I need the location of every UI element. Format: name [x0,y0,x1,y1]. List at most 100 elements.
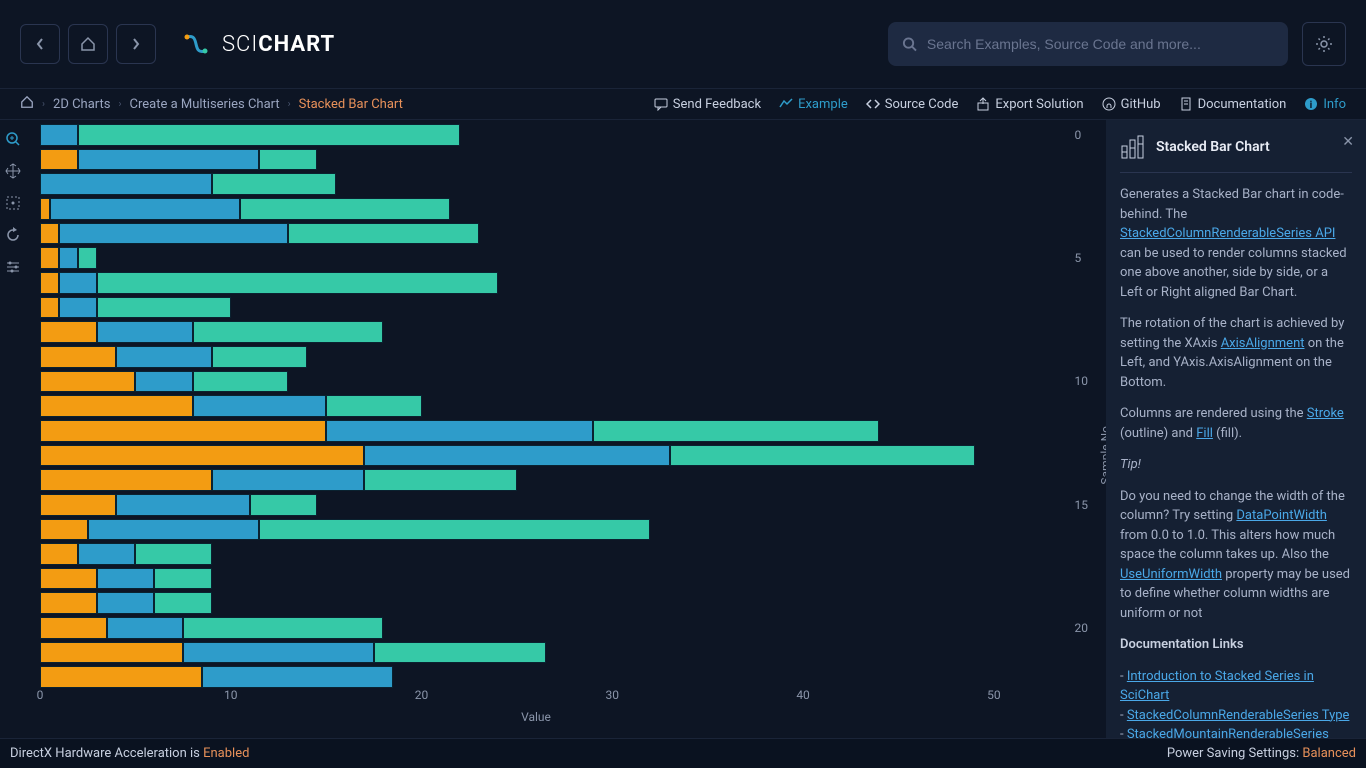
useuniformwidth-link[interactable]: UseUniformWidth [1120,567,1222,582]
bar-segment[interactable] [59,247,78,269]
doc-link[interactable]: StackedMountainRenderableSeries Type [1120,727,1329,738]
bar-segment[interactable] [212,346,307,368]
bar-segment[interactable] [40,445,364,467]
search-input[interactable] [927,36,1274,52]
bar-segment[interactable] [135,543,211,565]
box-zoom-tool[interactable] [0,190,26,216]
bar-segment[interactable] [40,666,202,688]
bar-segment[interactable] [40,198,50,220]
bar-segment[interactable] [59,297,97,319]
bar-segment[interactable] [240,198,450,220]
bar-segment[interactable] [40,592,97,614]
source-code-tab[interactable]: Source Code [866,97,959,112]
example-tab[interactable]: Example [779,97,848,112]
bar-segment[interactable] [78,247,97,269]
bar-segment[interactable] [288,223,479,245]
doc-link[interactable]: StackedColumnRenderableSeries Type [1127,708,1350,723]
bar-segment[interactable] [59,223,288,245]
bar-segment[interactable] [183,617,383,639]
bar-segment[interactable] [259,519,650,541]
options-tool[interactable] [0,254,26,280]
stroke-link[interactable]: Stroke [1307,406,1344,421]
bar-segment[interactable] [374,642,546,664]
info-link[interactable]: i Info [1304,97,1346,112]
export-solution-link[interactable]: Export Solution [976,97,1083,112]
bar-segment[interactable] [107,617,183,639]
bar-segment[interactable] [40,568,97,590]
datapointwidth-link[interactable]: DataPointWidth [1236,508,1327,523]
bar-segment[interactable] [88,519,260,541]
bar-segment[interactable] [202,666,393,688]
search-box[interactable] [888,22,1288,66]
bar-segment[interactable] [154,592,211,614]
bar-segment[interactable] [78,124,460,146]
bar-segment[interactable] [364,469,517,491]
bar-segment[interactable] [40,346,116,368]
bar-segment[interactable] [78,149,259,171]
bar-segment[interactable] [193,371,288,393]
bar-segment[interactable] [40,124,78,146]
bar-segment[interactable] [212,173,336,195]
bar-segment[interactable] [116,346,211,368]
bar-segment[interactable] [40,642,183,664]
doc-link[interactable]: Introduction to Stacked Series in SciCha… [1120,669,1314,704]
nav-forward-button[interactable] [116,24,156,64]
bar-segment[interactable] [326,395,421,417]
bar-segment[interactable] [78,543,135,565]
bar-segment[interactable] [40,173,212,195]
breadcrumb-home-icon[interactable] [20,95,34,113]
chart-area[interactable]: 05101520 Sample No 01020304050 Value [30,120,1106,738]
bar-segment[interactable] [40,543,78,565]
pan-tool[interactable] [0,158,26,184]
bar-segment[interactable] [40,617,107,639]
bar-segment[interactable] [40,469,212,491]
breadcrumb-2d-charts[interactable]: 2D Charts [53,97,110,112]
bar-segment[interactable] [154,568,211,590]
bar-segment[interactable] [193,395,327,417]
breadcrumb-multiseries[interactable]: Create a Multiseries Chart [129,97,279,112]
settings-button[interactable] [1302,22,1346,66]
close-icon[interactable]: ✕ [1342,132,1354,153]
send-feedback-link[interactable]: Send Feedback [654,97,761,112]
bar-segment[interactable] [40,149,78,171]
api-link[interactable]: StackedColumnRenderableSeries API [1120,226,1335,241]
bar-segment[interactable] [40,371,135,393]
bar-segment[interactable] [250,494,317,516]
bar-segment[interactable] [670,445,975,467]
bar-segment[interactable] [183,642,374,664]
bar-segment[interactable] [97,592,154,614]
documentation-link[interactable]: Documentation [1179,97,1287,112]
github-link[interactable]: GitHub [1102,97,1161,112]
nav-back-button[interactable] [20,24,60,64]
bar-segment[interactable] [116,494,250,516]
bar-segment[interactable] [40,395,193,417]
power-status[interactable]: Balanced [1302,746,1356,761]
bar-segment[interactable] [40,494,116,516]
bar-segment[interactable] [97,297,231,319]
reset-tool[interactable] [0,222,26,248]
bar-segment[interactable] [40,247,59,269]
bar-segment[interactable] [97,568,154,590]
bar-segment[interactable] [40,223,59,245]
hw-accel-status[interactable]: Enabled [203,746,249,761]
bar-segment[interactable] [326,420,593,442]
bar-segment[interactable] [97,321,192,343]
bar-segment[interactable] [40,297,59,319]
axisalignment-link[interactable]: AxisAlignment [1221,336,1305,351]
bar-segment[interactable] [135,371,192,393]
bar-segment[interactable] [212,469,365,491]
bar-segment[interactable] [40,519,88,541]
zoom-tool[interactable] [0,126,26,152]
bar-segment[interactable] [97,272,498,294]
bar-segment[interactable] [40,420,326,442]
bar-segment[interactable] [59,272,97,294]
bar-segment[interactable] [50,198,241,220]
bar-segment[interactable] [193,321,384,343]
bar-segment[interactable] [593,420,879,442]
bar-segment[interactable] [364,445,669,467]
logo[interactable]: SCICHART [180,28,335,60]
bar-segment[interactable] [40,321,97,343]
bar-segment[interactable] [259,149,316,171]
fill-link[interactable]: Fill [1196,426,1213,441]
bar-segment[interactable] [40,272,59,294]
